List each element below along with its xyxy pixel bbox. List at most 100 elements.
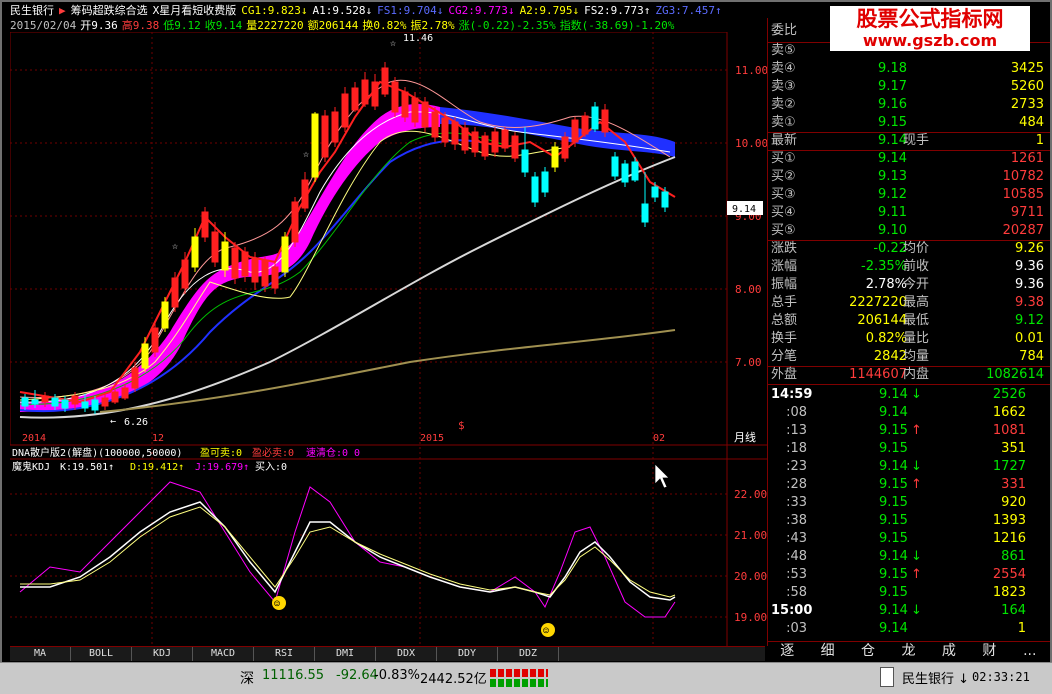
- stat-row: 总手 2227220 最高 9.38: [771, 295, 1044, 310]
- stat-value: -2.35%: [861, 259, 907, 274]
- open-value: 开9.36: [80, 19, 118, 32]
- quote-panel: 委比 卖⑤ 卖④ 9.18 3425 卖③ 9.17 5260 卖② 9.16 2733 卖① 9.1…: [767, 18, 1050, 646]
- ask-price: 9.17: [878, 79, 907, 94]
- kdj-k: K:19.501↑: [60, 462, 114, 473]
- candle-body: [281, 236, 289, 273]
- current-hand: 1: [1035, 133, 1044, 148]
- stat-value-2: 9.36: [1015, 277, 1044, 292]
- candle-body: [401, 91, 409, 118]
- ma-ribbon-magenta: [20, 104, 440, 413]
- bid-price: 9.13: [878, 169, 907, 184]
- tab-ma[interactable]: MA: [10, 647, 71, 661]
- y-tick-label: 8.00: [735, 283, 762, 296]
- ohlc-info-bar: 2015/02/04 开9.36 高9.38 低9.12 收9.14 量2227220 额2…: [10, 17, 765, 32]
- tick-row: :38 9.15 1393: [786, 513, 1026, 528]
- market-label: 深: [240, 671, 254, 687]
- stat-value-2: 9.12: [1015, 313, 1044, 328]
- stat-value: 0.82%: [865, 331, 907, 346]
- svg-text:☺: ☺: [274, 599, 280, 610]
- ask-row: 卖① 9.15 484: [771, 115, 1044, 130]
- stock-switch-button[interactable]: 民生银行 ↓: [902, 668, 969, 687]
- tab-zhubi[interactable]: 逐: [767, 642, 807, 660]
- amplitude-value: 振2.78%: [410, 19, 455, 32]
- tab-cang[interactable]: 仓: [848, 642, 888, 660]
- low-label: 6.26: [124, 417, 148, 428]
- ask-row: 卖④ 9.18 3425: [771, 61, 1044, 76]
- bid-volume: 20287: [1002, 223, 1044, 238]
- tab-macd[interactable]: MACD: [193, 647, 254, 661]
- stat-row: 换手 0.82% 量比 0.01: [771, 331, 1044, 346]
- arrow-down-icon: ↓: [911, 603, 922, 618]
- order-ratio-label: 委比: [771, 23, 798, 38]
- stat-value-2: 0.01: [1015, 331, 1044, 346]
- play-arrow-icon[interactable]: ▶: [59, 4, 66, 17]
- turnover-value: 换0.82%: [362, 19, 407, 32]
- price-tag-text: 9.14: [732, 204, 756, 215]
- quote-panel-tabs: 逐 细 仓 龙 成 财 ...: [767, 641, 1050, 660]
- tab-ddx[interactable]: DDX: [376, 647, 437, 661]
- tab-ddy[interactable]: DDY: [437, 647, 498, 661]
- tick-row: :13 9.15 ↑ 1081: [786, 423, 1026, 438]
- ma-line-white-thin: [19, 111, 671, 403]
- candle-body: [261, 259, 269, 287]
- bid-row: 买④ 9.11 9711: [771, 205, 1044, 220]
- candle-body: [161, 301, 169, 329]
- sub-indicator-title[interactable]: DNA散户版2(解盘)(100000,50000): [12, 446, 182, 459]
- tab-cheng[interactable]: 成: [929, 642, 969, 660]
- a2-value: A2:9.795↓: [519, 4, 580, 17]
- index-value[interactable]: 11116.55: [262, 668, 324, 683]
- candle-body: [491, 131, 499, 153]
- y-tick-label: 10.00: [735, 137, 767, 150]
- index-value: 指数(-38.69)-1.20%: [559, 19, 675, 32]
- tab-long[interactable]: 龙: [888, 642, 928, 660]
- candle-body: [241, 251, 249, 277]
- candle-body: [651, 186, 659, 198]
- candle-body: [601, 109, 609, 133]
- arrow-up-icon: ↑: [911, 567, 922, 582]
- high-value: 高9.38: [121, 19, 160, 32]
- candle-body: [371, 81, 379, 107]
- tab-xi[interactable]: 细: [807, 642, 847, 660]
- app-icon[interactable]: [880, 667, 894, 687]
- tab-boll[interactable]: BOLL: [71, 647, 132, 661]
- candle-body: [551, 146, 559, 168]
- candle-body: [521, 149, 529, 173]
- stock-name[interactable]: 民生银行: [10, 4, 54, 17]
- candlestick-series: [21, 62, 669, 414]
- tab-kdj[interactable]: KDJ: [132, 647, 193, 661]
- candle-body: [481, 135, 489, 157]
- kdj-title[interactable]: 魔鬼KDJ: [12, 460, 50, 473]
- candle-body: [231, 247, 239, 279]
- period-label[interactable]: 月线: [734, 430, 756, 444]
- candle-body: [421, 101, 429, 128]
- candle-body: [311, 113, 319, 178]
- candle-body: [131, 367, 139, 389]
- candle-body: [251, 257, 259, 283]
- indicator-name[interactable]: 筹码超跌综合选: [71, 4, 148, 17]
- candle-body: [611, 156, 619, 177]
- arrow-up-icon: ↑: [911, 423, 922, 438]
- tab-cai[interactable]: 财: [969, 642, 1009, 660]
- y-tick-label: 11.00: [735, 64, 767, 77]
- tab-rsi[interactable]: RSI: [254, 647, 315, 661]
- tick-row: :58 9.15 1823: [786, 585, 1026, 600]
- stat-row: 总额 206144 最低 9.12: [771, 313, 1044, 328]
- candle-body: [41, 395, 49, 403]
- low-arrow-icon: ←: [110, 416, 116, 427]
- arrow-down-icon: ↓: [911, 549, 922, 564]
- tab-more[interactable]: ...: [1010, 642, 1050, 660]
- arrow-up-icon: ↑: [911, 477, 922, 492]
- stat-value-2: 9.26: [1015, 241, 1044, 256]
- tick-row: :43 9.15 1216: [786, 531, 1026, 546]
- status-bar: 深 11116.55 -92.64 -0.83% 2442.52亿 民生银行 ↓…: [0, 662, 1052, 694]
- stat-value: -0.22: [873, 241, 907, 256]
- y-axis-ticks: 11.0010.009.008.007.00: [735, 64, 767, 369]
- inner-volume: 1082614: [986, 367, 1044, 382]
- index-pct: -0.83%: [374, 668, 420, 683]
- tab-ddz[interactable]: DDZ: [498, 647, 559, 661]
- candle-body: [621, 163, 629, 183]
- tab-dmi[interactable]: DMI: [315, 647, 376, 661]
- chart-area[interactable]: 11.0010.009.008.007.00 9.14 ☆ 11.46 ☆ ☆ …: [10, 32, 767, 646]
- candle-body: [661, 191, 669, 208]
- candle-body: [291, 201, 299, 243]
